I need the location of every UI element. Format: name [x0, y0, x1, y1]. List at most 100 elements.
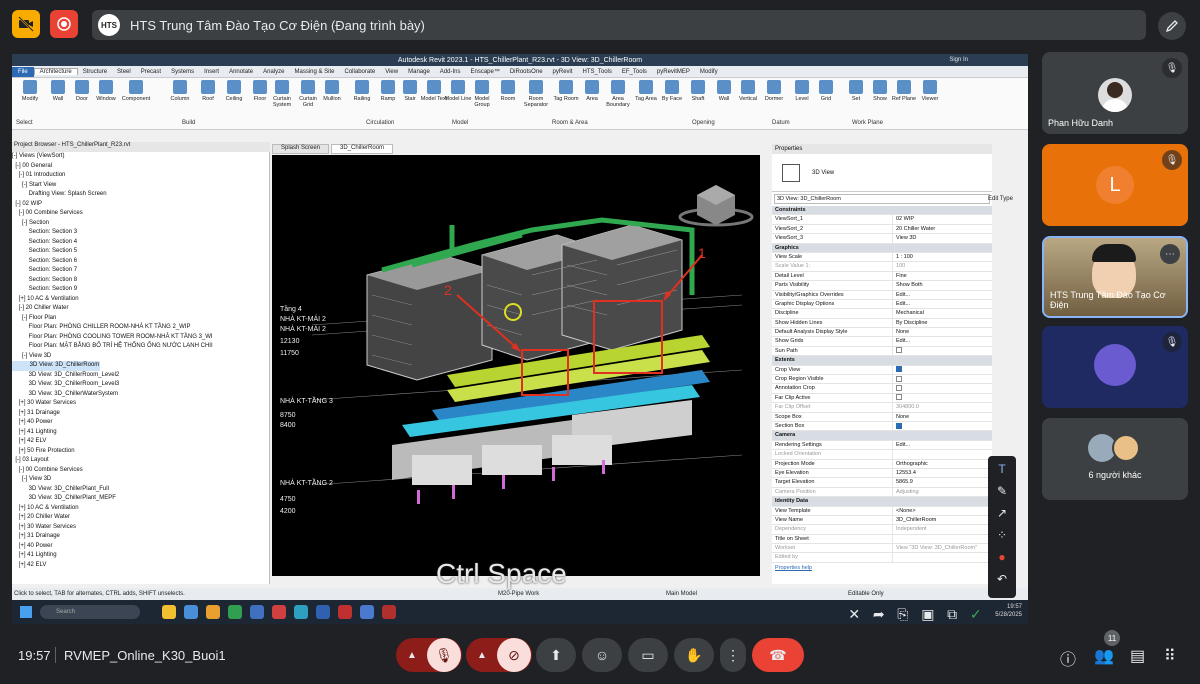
property-value[interactable]: View "3D View: 3D_ChillerRoom"	[892, 544, 992, 553]
property-row[interactable]: Title on Sheet	[772, 534, 992, 545]
browser-item[interactable]: [+] 31 Drainage	[12, 532, 269, 542]
ribbon-button[interactable]: Room	[494, 80, 522, 118]
ribbon-tab[interactable]: pyRevit	[548, 69, 578, 75]
ribbon-button[interactable]: Area Boundary	[604, 80, 632, 118]
ribbon-tab[interactable]: Insert	[199, 69, 224, 75]
ribbon-button[interactable]: Roof	[194, 80, 222, 118]
undo-tool-icon[interactable]: ↶	[997, 570, 1007, 588]
browser-item[interactable]: [+] 41 Lighting	[12, 551, 269, 561]
ribbon-button[interactable]: Mullion	[318, 80, 346, 118]
browser-item[interactable]: [-] 00 Combine Services	[12, 466, 269, 476]
browser-item[interactable]: 3D View: 3D_ChillerRoom_Level3	[12, 380, 269, 390]
instance-selector[interactable]: 3D View: 3D_ChillerRoom	[774, 194, 990, 204]
browser-item[interactable]: [+] 41 Lighting	[12, 428, 269, 438]
property-row[interactable]: Locked Orientation	[772, 450, 992, 460]
browser-item[interactable]: Section: Section 3	[12, 228, 269, 238]
browser-item[interactable]: [+] 42 ELV	[12, 437, 269, 447]
property-row[interactable]: Discipline Mechanical	[772, 309, 992, 319]
ribbon-button[interactable]: Tag Room	[552, 80, 580, 118]
browser-item[interactable]: [-] 00 General	[12, 162, 269, 172]
browser-item[interactable]: [+] 30 Water Services	[12, 523, 269, 533]
browser-item[interactable]: [+] 42 ELV	[12, 561, 269, 571]
property-value[interactable]: Edit...	[892, 440, 992, 450]
browser-item[interactable]: Floor Plan: PHÒNG COOLING TOWER ROOM-NHÀ…	[12, 333, 269, 343]
browser-item[interactable]: Section: Section 6	[12, 257, 269, 267]
browser-item[interactable]: [-] 20 Chiller Water	[12, 304, 269, 314]
property-row[interactable]: Show Grids Edit...	[772, 337, 992, 347]
design-option-selector[interactable]: Main Model	[666, 588, 697, 600]
taskbar-app-icon[interactable]	[206, 605, 220, 619]
browser-item[interactable]: Section: Section 4	[12, 238, 269, 248]
ribbon-button[interactable]: Dormer	[760, 80, 788, 118]
checkbox[interactable]	[896, 384, 902, 391]
property-value[interactable]: 1 : 100	[892, 252, 992, 262]
ribbon-button[interactable]: Window	[92, 80, 120, 118]
ribbon-button[interactable]: Tag Area	[632, 80, 660, 118]
ribbon-tab[interactable]: Modify	[695, 69, 723, 75]
tab-3d-chillerroom[interactable]: 3D_ChillerRoom	[331, 144, 394, 154]
ribbon-button[interactable]: Curtain System	[268, 80, 296, 118]
ribbon-button[interactable]: By Face	[658, 80, 686, 118]
property-value[interactable]	[892, 534, 992, 544]
property-row[interactable]: Dependency Independent	[772, 525, 992, 535]
participant-tile[interactable]: 🎙	[1042, 326, 1188, 408]
browser-item[interactable]: [+] 50 Fire Protection	[12, 447, 269, 457]
others-tile[interactable]: 6 người khác	[1042, 418, 1188, 500]
browser-item[interactable]: Section: Section 7	[12, 266, 269, 276]
property-row[interactable]: Far Clip Active	[772, 393, 992, 404]
browser-item[interactable]: Section: Section 8	[12, 276, 269, 286]
property-value[interactable]: Adjusting	[892, 487, 992, 497]
browser-item[interactable]: [+] 40 Power	[12, 418, 269, 428]
camera-off-icon[interactable]	[12, 10, 40, 38]
property-row[interactable]: Edited by	[772, 553, 992, 563]
browser-item[interactable]: [+] 40 Power	[12, 542, 269, 552]
browser-item[interactable]: [+] 30 Water Services	[12, 399, 269, 409]
property-row[interactable]: Projection Mode Orthographic	[772, 459, 992, 469]
property-value[interactable]: 100	[892, 262, 992, 271]
browser-item[interactable]: Section: Section 9	[12, 285, 269, 295]
property-value[interactable]: None	[892, 412, 992, 421]
taskbar-app-icon[interactable]	[382, 605, 396, 619]
ribbon-tab[interactable]: Annotate	[224, 69, 258, 75]
property-row[interactable]: ViewSort_2 20 Chiller Water	[772, 224, 992, 235]
people-icon[interactable]: 👥	[1094, 646, 1114, 666]
ribbon-button[interactable]: Model Group	[468, 80, 496, 118]
checkbox[interactable]	[896, 366, 902, 373]
property-section[interactable]: Extents	[772, 356, 992, 366]
type-selector[interactable]: 3D View	[772, 154, 992, 192]
save-icon[interactable]: ▣	[921, 606, 934, 623]
property-value[interactable]: Fine	[892, 271, 992, 281]
property-row[interactable]: ViewSort_3 View 3D	[772, 234, 992, 244]
property-value[interactable]: <None>	[892, 506, 992, 515]
property-row[interactable]: Scope Box None	[772, 412, 992, 422]
property-row[interactable]: View Scale 1 : 100	[772, 252, 992, 263]
chevron-up-icon[interactable]: ▲	[397, 650, 427, 661]
info-icon[interactable]: ⓘ	[1060, 646, 1076, 670]
property-value[interactable]	[892, 421, 992, 431]
mic-off-icon[interactable]: 🎙	[427, 638, 461, 672]
arrow-tool-icon[interactable]: ↗	[997, 504, 1007, 522]
property-row[interactable]: Far Clip Offset 304800.0	[772, 403, 992, 413]
property-row[interactable]: Camera Position Adjusting	[772, 487, 992, 498]
browser-item[interactable]: 3D View: 3D_ChillerRoom_Level2	[12, 371, 269, 381]
revit-taskbar-icon[interactable]	[360, 605, 374, 619]
ribbon-button[interactable]: Vertical	[734, 80, 762, 118]
browser-item[interactable]: Floor Plan: MẶT BẰNG BỐ TRÍ HỆ THỐNG ỐNG…	[12, 342, 269, 352]
chevron-up-icon[interactable]: ▲	[467, 650, 497, 661]
browser-item[interactable]: [+] 10 AC & Ventilation	[12, 295, 269, 305]
ribbon-tab[interactable]: View	[380, 69, 403, 75]
end-call-icon[interactable]: ☎	[752, 638, 804, 672]
property-row[interactable]: Scale Value 1: 100	[772, 262, 992, 272]
property-row[interactable]: View Name 3D_ChillerRoom	[772, 515, 992, 526]
ribbon-button[interactable]: Ceiling	[220, 80, 248, 118]
property-section[interactable]: Camera	[772, 431, 992, 441]
property-row[interactable]: Rendering Settings Edit...	[772, 440, 992, 451]
property-value[interactable]: 5865.9	[892, 478, 992, 487]
property-value[interactable]: 12553.4	[892, 468, 992, 478]
ribbon-button[interactable]: Component	[122, 80, 150, 118]
browser-item[interactable]: 3D View: 3D_ChillerPlant_Full	[12, 485, 269, 495]
record-icon[interactable]	[50, 10, 78, 38]
ribbon-button[interactable]: Shaft	[684, 80, 712, 118]
property-value[interactable]: None	[892, 328, 992, 337]
copy-icon[interactable]: ⧉	[947, 606, 957, 623]
